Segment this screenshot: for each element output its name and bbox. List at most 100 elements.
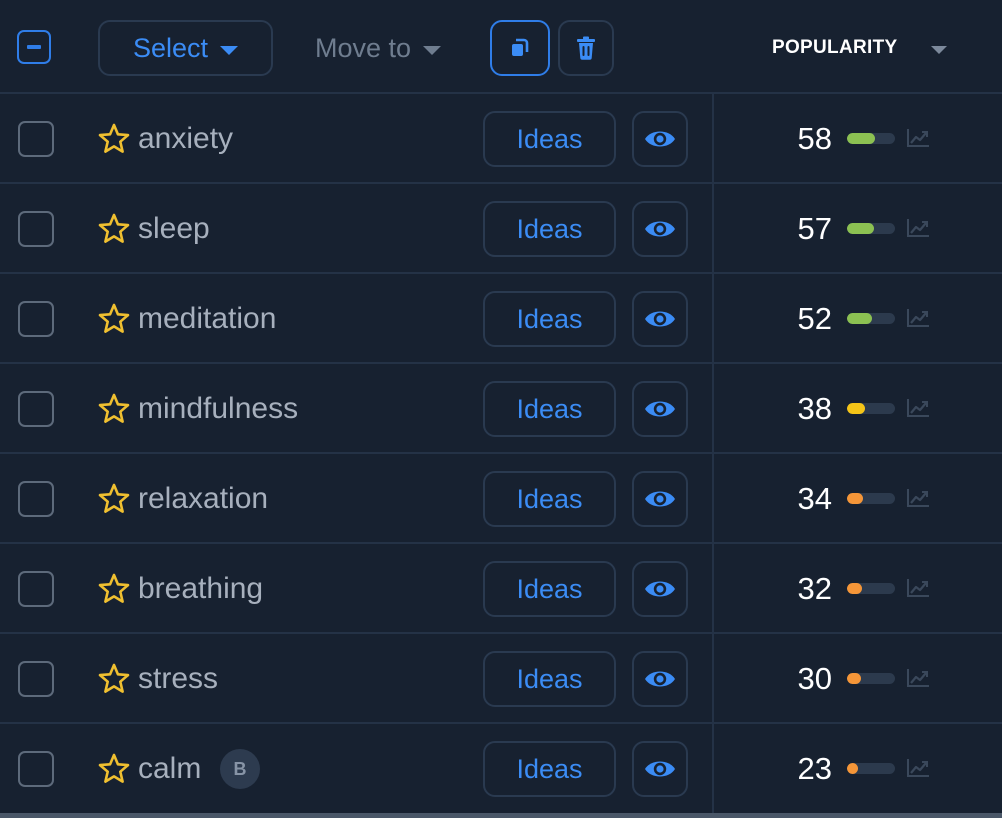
- row-checkbox[interactable]: [18, 211, 54, 247]
- keyword-label: mindfulness: [138, 392, 299, 425]
- star-icon[interactable]: [97, 662, 131, 696]
- trend-chart-icon[interactable]: [906, 668, 930, 688]
- ideas-label: Ideas: [516, 573, 583, 604]
- popularity-bar: [847, 313, 895, 324]
- trend-chart-icon[interactable]: [906, 758, 930, 778]
- row-checkbox[interactable]: [18, 481, 54, 517]
- popularity-bar: [847, 223, 895, 234]
- popularity-score: 52: [797, 301, 832, 336]
- popularity-score: 57: [797, 211, 832, 246]
- preview-button[interactable]: [632, 651, 688, 707]
- keyword-label: anxiety: [138, 122, 234, 155]
- popularity-sort-header[interactable]: POPULARITY: [772, 20, 948, 76]
- trend-chart-icon[interactable]: [906, 578, 930, 598]
- keyword-label: calm: [138, 752, 202, 785]
- star-icon[interactable]: [97, 482, 131, 516]
- popularity-score: 38: [797, 391, 832, 426]
- preview-button[interactable]: [632, 561, 688, 617]
- ideas-button[interactable]: Ideas: [483, 651, 616, 707]
- preview-button[interactable]: [632, 471, 688, 527]
- star-icon[interactable]: [97, 212, 131, 246]
- keyword-row: sleep Ideas 57: [0, 184, 1002, 274]
- star-icon[interactable]: [97, 302, 131, 336]
- trend-chart-icon[interactable]: [906, 308, 930, 328]
- trend-chart-icon[interactable]: [906, 218, 930, 238]
- select-all-checkbox[interactable]: [17, 30, 51, 64]
- keyword-row: calm Ideas 23 B: [0, 724, 1002, 814]
- eye-icon: [645, 761, 675, 777]
- column-divider: [712, 94, 714, 814]
- keyword-row: stress Ideas 30: [0, 634, 1002, 724]
- ideas-label: Ideas: [516, 303, 583, 334]
- ideas-label: Ideas: [516, 123, 583, 154]
- ideas-button[interactable]: Ideas: [483, 201, 616, 257]
- scrollbar-track: [0, 813, 1002, 818]
- popularity-bar-fill: [847, 673, 862, 684]
- eye-icon: [645, 491, 675, 507]
- toolbar: Select Move to POPULARITY: [0, 0, 1002, 94]
- preview-button[interactable]: [632, 741, 688, 797]
- eye-icon: [645, 131, 675, 147]
- eye-icon: [645, 311, 675, 327]
- trash-icon: [577, 36, 595, 60]
- popularity-bar-fill: [847, 403, 866, 414]
- eye-icon: [645, 221, 675, 237]
- row-checkbox[interactable]: [18, 301, 54, 337]
- trend-chart-icon[interactable]: [906, 398, 930, 418]
- popularity-bar: [847, 673, 895, 684]
- keyword-label: meditation: [138, 302, 277, 335]
- delete-button[interactable]: [558, 20, 614, 76]
- star-icon[interactable]: [97, 392, 131, 426]
- chevron-down-icon: [220, 45, 239, 55]
- row-checkbox[interactable]: [18, 391, 54, 427]
- popularity-score: 30: [797, 661, 832, 696]
- trend-chart-icon[interactable]: [906, 128, 930, 148]
- keyword-row: relaxation Ideas 34: [0, 454, 1002, 544]
- popularity-bar-fill: [847, 133, 875, 144]
- preview-button[interactable]: [632, 381, 688, 437]
- popularity-header-label: POPULARITY: [772, 37, 898, 58]
- popularity-bar-fill: [847, 223, 875, 234]
- preview-button[interactable]: [632, 291, 688, 347]
- popularity-score: 32: [797, 571, 832, 606]
- ideas-label: Ideas: [516, 483, 583, 514]
- keyword-label: stress: [138, 662, 219, 695]
- keyword-label: breathing: [138, 572, 264, 605]
- ideas-button[interactable]: Ideas: [483, 741, 616, 797]
- row-checkbox[interactable]: [18, 751, 54, 787]
- trend-chart-icon[interactable]: [906, 488, 930, 508]
- star-icon[interactable]: [97, 122, 131, 156]
- popularity-bar-fill: [847, 763, 859, 774]
- ideas-button[interactable]: Ideas: [483, 111, 616, 167]
- ideas-button[interactable]: Ideas: [483, 471, 616, 527]
- ideas-label: Ideas: [516, 663, 583, 694]
- ideas-button[interactable]: Ideas: [483, 561, 616, 617]
- star-icon[interactable]: [97, 572, 131, 606]
- ideas-label: Ideas: [516, 393, 583, 424]
- row-checkbox[interactable]: [18, 571, 54, 607]
- copy-button[interactable]: [490, 20, 550, 76]
- select-dropdown-button[interactable]: Select: [98, 20, 273, 76]
- popularity-score: 58: [797, 121, 832, 156]
- row-checkbox[interactable]: [18, 121, 54, 157]
- ideas-button[interactable]: Ideas: [483, 291, 616, 347]
- preview-button[interactable]: [632, 111, 688, 167]
- popularity-score: 23: [797, 751, 832, 786]
- keyword-label: relaxation: [138, 482, 269, 515]
- star-icon[interactable]: [97, 752, 131, 786]
- row-checkbox[interactable]: [18, 661, 54, 697]
- popularity-bar: [847, 133, 895, 144]
- popularity-bar: [847, 583, 895, 594]
- keyword-row: meditation Ideas 52: [0, 274, 1002, 364]
- keyword-row: mindfulness Ideas 38: [0, 364, 1002, 454]
- chevron-down-icon: [423, 45, 442, 55]
- ideas-button[interactable]: Ideas: [483, 381, 616, 437]
- keyword-row: breathing Ideas 32: [0, 544, 1002, 634]
- minus-icon: [27, 45, 41, 49]
- popularity-bar: [847, 403, 895, 414]
- move-to-dropdown[interactable]: Move to: [315, 20, 442, 76]
- ideas-label: Ideas: [516, 213, 583, 244]
- keyword-list: anxiety Ideas 58 sleep Ideas 57 meditati…: [0, 94, 1002, 814]
- chevron-down-icon: [931, 46, 948, 54]
- preview-button[interactable]: [632, 201, 688, 257]
